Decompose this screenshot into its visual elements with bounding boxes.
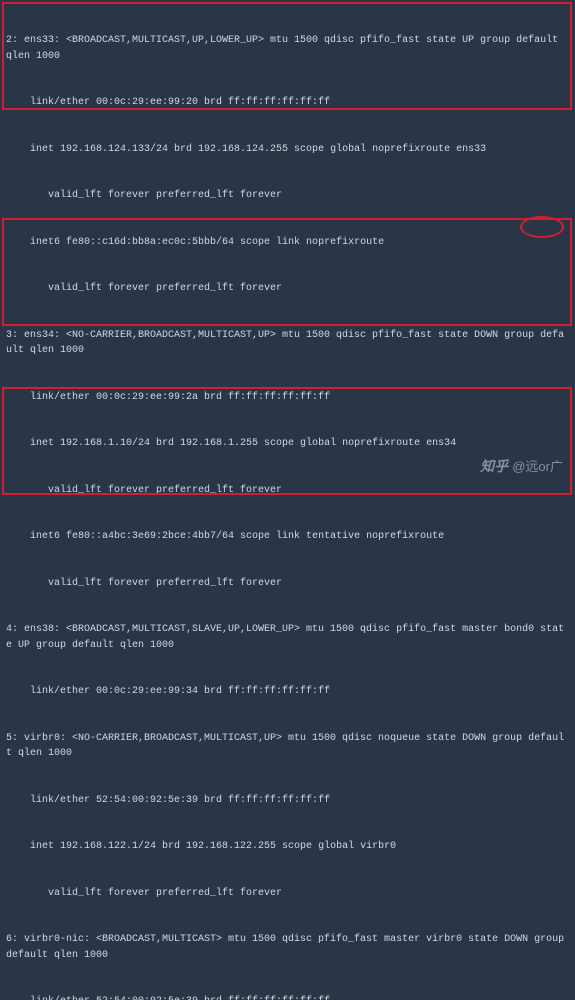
output-line: link/ether 00:0c:29:ee:99:20 brd ff:ff:f… (0, 95, 575, 111)
watermark-author: @远or广 (512, 457, 563, 477)
output-line: valid_lft forever preferred_lft forever (0, 188, 575, 204)
output-line: 5: virbr0: <NO-CARRIER,BROADCAST,MULTICA… (0, 731, 575, 762)
output-line: inet6 fe80::a4bc:3e69:2bce:4bb7/64 scope… (0, 529, 575, 545)
output-line: valid_lft forever preferred_lft forever (0, 886, 575, 902)
zhihu-logo-icon: 知乎 (480, 456, 508, 478)
output-line: inet 192.168.1.10/24 brd 192.168.1.255 s… (0, 436, 575, 452)
terminal-output: 2: ens33: <BROADCAST,MULTICAST,UP,LOWER_… (0, 2, 575, 1000)
output-line: link/ether 52:54:00:92:5e:39 brd ff:ff:f… (0, 793, 575, 809)
output-line: link/ether 00:0c:29:ee:99:34 brd ff:ff:f… (0, 684, 575, 700)
output-line: inet 192.168.124.133/24 brd 192.168.124.… (0, 142, 575, 158)
output-line: valid_lft forever preferred_lft forever (0, 576, 575, 592)
output-line: inet6 fe80::c16d:bb8a:ec0c:5bbb/64 scope… (0, 235, 575, 251)
output-line: valid_lft forever preferred_lft forever (0, 281, 575, 297)
output-line: valid_lft forever preferred_lft forever (0, 483, 575, 499)
output-line: 3: ens34: <NO-CARRIER,BROADCAST,MULTICAS… (0, 328, 575, 359)
output-line: link/ether 00:0c:29:ee:99:2a brd ff:ff:f… (0, 390, 575, 406)
output-line: inet 192.168.122.1/24 brd 192.168.122.25… (0, 839, 575, 855)
output-line: link/ether 52:54:00:92:5e:39 brd ff:ff:f… (0, 994, 575, 1000)
output-line: 4: ens38: <BROADCAST,MULTICAST,SLAVE,UP,… (0, 622, 575, 653)
output-line: 6: virbr0-nic: <BROADCAST,MULTICAST> mtu… (0, 932, 575, 963)
watermark: 知乎 @远or广 (480, 456, 563, 478)
output-line: 2: ens33: <BROADCAST,MULTICAST,UP,LOWER_… (0, 33, 575, 64)
